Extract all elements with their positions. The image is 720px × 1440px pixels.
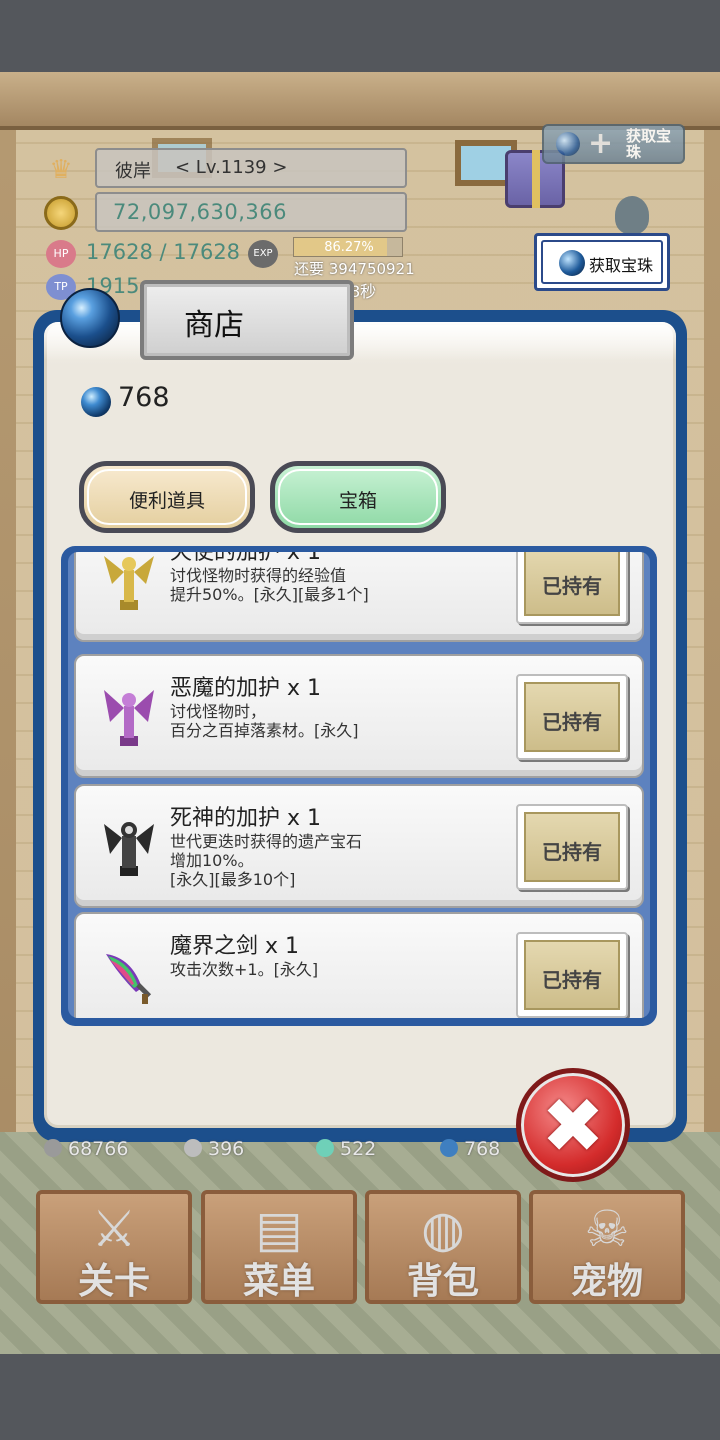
nav-pet-button[interactable]: ☠ 宠物 [529, 1190, 685, 1304]
skull-icon [184, 1139, 202, 1157]
resource-skull: 396 [184, 1138, 244, 1160]
list-item: 魔界之剑 x 1 攻击次数+1。[永久] 已持有 [74, 912, 644, 1018]
gold-amount: 72,097,630,366 [113, 200, 287, 224]
item-description: 攻击次数+1。[永久] [170, 960, 319, 979]
item-name: 死神的加护 x 1 [170, 806, 322, 831]
nav-label: 宠物 [570, 1261, 643, 1302]
tab-utility-items[interactable]: 便利道具 [79, 461, 255, 533]
plus-icon: + [588, 126, 614, 161]
gem-icon [559, 250, 585, 276]
resource-stone: 68766 [44, 1138, 128, 1160]
hp-heart-icon: HP [46, 240, 76, 268]
resource-blue-orb: 768 [440, 1138, 500, 1160]
exp-icon: EXP [248, 240, 278, 268]
blue-orb-icon [440, 1139, 458, 1157]
tab-label: 便利道具 [128, 490, 205, 512]
resource-value: 768 [464, 1138, 501, 1160]
owned-button-face: 已持有 [524, 812, 620, 882]
dialog-title-plate: 商店 [140, 280, 354, 360]
gem-icon [556, 132, 580, 156]
nav-backpack-button[interactable]: ◍ 背包 [365, 1190, 521, 1304]
nav-menu-button[interactable]: ▤ 菜单 [201, 1190, 357, 1304]
dialog-gloss [44, 322, 676, 360]
hp-value: 17628 / 17628 [86, 240, 241, 264]
item-name: 恶魔的加护 x 1 [170, 676, 322, 701]
resource-value: 396 [208, 1138, 245, 1160]
get-gem-button[interactable]: 获取宝珠 [534, 233, 670, 291]
item-name: 天使的加护 x 1 [170, 552, 322, 565]
demon-statue-icon [104, 690, 154, 746]
bottom-letterbox [0, 1354, 720, 1440]
resource-value: 522 [340, 1138, 377, 1160]
close-button[interactable]: ✖ [516, 1068, 630, 1182]
nav-label: 背包 [406, 1261, 479, 1302]
owned-button[interactable]: 已持有 [516, 804, 628, 890]
item-list[interactable]: 天使的加护 x 1 讨伐怪物时获得的经验值 提升50%。[永久][最多1个] 已… [68, 552, 650, 1018]
exp-progress-bar: 86.27% [293, 237, 403, 257]
top-letterbox [0, 0, 720, 72]
green-orb-icon [316, 1139, 334, 1157]
item-name: 魔界之剑 x 1 [170, 934, 300, 959]
exp-remaining: 还要 394750921 [294, 260, 415, 278]
gem-orb-icon [60, 288, 120, 348]
hero-avatar-icon: ♛ [49, 155, 73, 185]
player-info-bar: 彼岸 < Lv.1139 > [95, 148, 407, 188]
owned-label: 已持有 [542, 710, 602, 734]
resource-value: 68766 [68, 1138, 129, 1160]
top-get-gem-label: 获取宝珠 [626, 127, 672, 161]
owned-button-face: 已持有 [524, 940, 620, 1010]
top-get-gem-button[interactable]: + 获取宝珠 [542, 124, 685, 164]
owned-label: 已持有 [542, 968, 602, 992]
player-name: 彼岸 [115, 161, 151, 182]
reaper-statue-icon [104, 822, 154, 876]
nav-label: 关卡 [77, 1261, 150, 1302]
ceiling-beam [0, 72, 720, 130]
get-gem-label: 获取宝珠 [589, 256, 654, 275]
item-description: 讨伐怪物时获得的经验值 提升50%。[永久][最多1个] [170, 566, 369, 604]
resource-green-orb: 522 [316, 1138, 376, 1160]
gold-bar: 72,097,630,366 [95, 192, 407, 232]
gold-coin-icon [44, 196, 78, 230]
gem-balance: 768 [118, 382, 170, 413]
player-level: < Lv.1139 > [175, 157, 288, 178]
owned-button-face: 已持有 [524, 682, 620, 752]
list-item: 天使的加护 x 1 讨伐怪物时获得的经验值 提升50%。[永久][最多1个] 已… [74, 552, 644, 642]
exp-percent: 86.27% [324, 240, 374, 255]
angel-statue-icon [104, 556, 154, 610]
owned-button[interactable]: 已持有 [516, 552, 628, 624]
owned-button[interactable]: 已持有 [516, 932, 628, 1018]
owned-label: 已持有 [542, 574, 602, 598]
list-item: 死神的加护 x 1 世代更迭时获得的遗产宝石 增加10%。 [永久][最多10个… [74, 784, 644, 908]
nav-stage-button[interactable]: ⚔ 关卡 [36, 1190, 192, 1304]
tab-label: 宝箱 [338, 490, 377, 512]
owned-button[interactable]: 已持有 [516, 674, 628, 760]
tab-treasure-chest[interactable]: 宝箱 [270, 461, 446, 533]
list-item: 恶魔的加护 x 1 讨伐怪物时， 百分之百掉落素材。[永久] 已持有 [74, 654, 644, 778]
nav-label: 菜单 [242, 1261, 315, 1302]
demon-sword-icon [106, 954, 152, 1004]
item-description: 世代更迭时获得的遗产宝石 增加10%。 [永久][最多10个] [170, 832, 363, 889]
stone-icon [44, 1139, 62, 1157]
owned-button-face: 已持有 [524, 552, 620, 616]
gem-icon [81, 387, 111, 417]
item-description: 讨伐怪物时， 百分之百掉落素材。[永久] [170, 702, 359, 740]
vase-icon [615, 196, 649, 234]
close-icon: ✖ [541, 1081, 605, 1170]
dialog-title: 商店 [184, 308, 244, 343]
owned-label: 已持有 [542, 840, 602, 864]
